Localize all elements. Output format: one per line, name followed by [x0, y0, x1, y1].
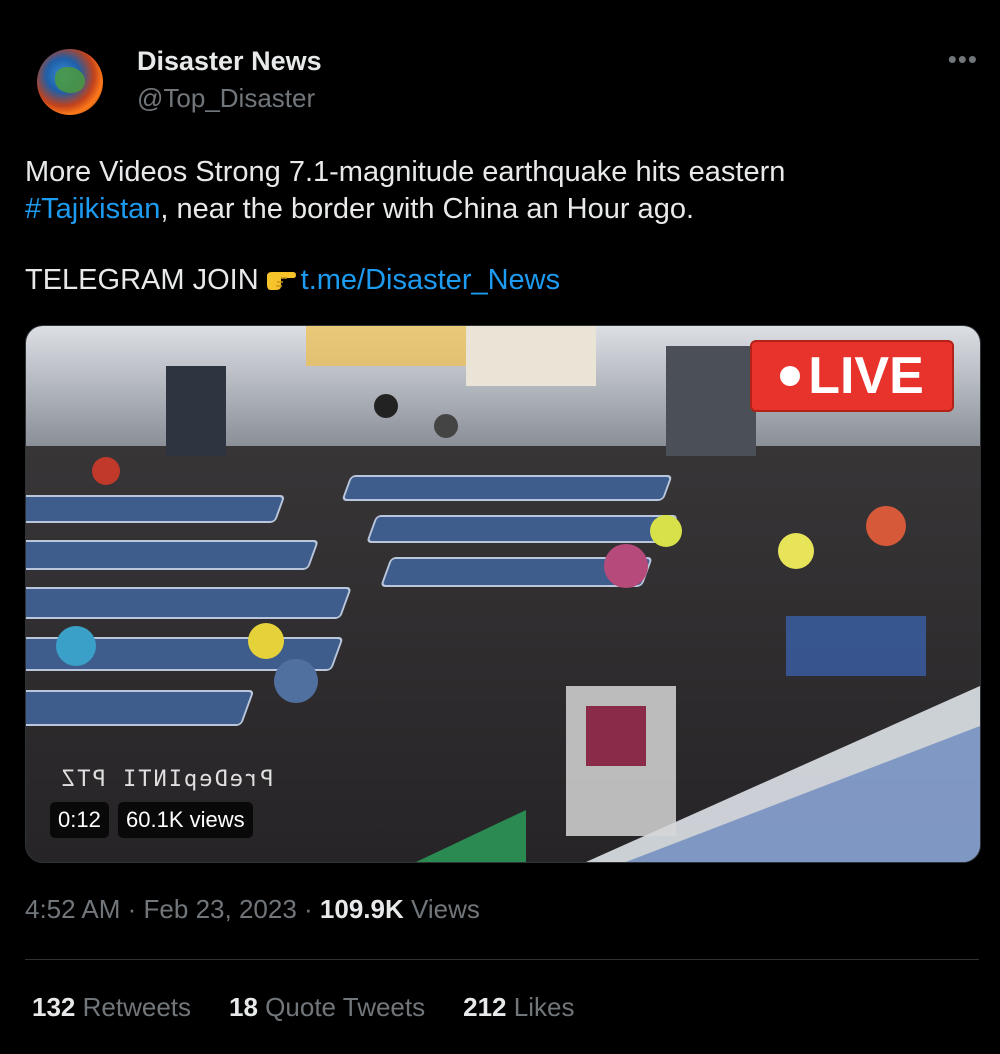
views-label: Views: [411, 894, 480, 924]
telegram-link[interactable]: t.me/Disaster_News: [301, 264, 560, 296]
author-name[interactable]: Disaster News: [137, 46, 322, 77]
retweets-stat[interactable]: 132 Retweets: [32, 992, 191, 1023]
tweet-text: More Videos Strong 7.1-magnitude earthqu…: [25, 154, 975, 299]
meta-separator: ·: [304, 894, 313, 924]
camera-overlay: PreDepINTI PTZ: [60, 767, 274, 792]
live-badge-label: LIVE: [808, 347, 924, 405]
retweets-label: Retweets: [82, 992, 192, 1022]
quote-tweets-stat[interactable]: 18 Quote Tweets: [229, 992, 425, 1023]
tweet-date[interactable]: Feb 23, 2023: [144, 894, 297, 924]
meta-separator: ·: [127, 894, 137, 924]
video-duration: 0:12: [50, 802, 109, 838]
author-handle[interactable]: @Top_Disaster: [137, 83, 315, 114]
quotes-count: 18: [229, 992, 258, 1022]
tweet-line-2-text: , near the border with China an Hour ago…: [160, 193, 695, 225]
likes-stat[interactable]: 212 Likes: [463, 992, 574, 1023]
tweet-line-4: TELEGRAM JOIN t.me/Disaster_News: [25, 262, 975, 299]
tweet-line-2: #Tajikistan, near the border with China …: [25, 191, 975, 228]
video-player[interactable]: LIVE PreDepINTI PTZ 0:12 60.1K views: [25, 325, 981, 863]
globe-icon: [55, 67, 85, 93]
hashtag-link[interactable]: #Tajikistan: [25, 193, 160, 225]
video-views: 60.1K views: [118, 802, 253, 838]
tweet-time[interactable]: 4:52 AM: [25, 894, 120, 924]
live-badge: LIVE: [752, 342, 952, 410]
more-horizontal-icon[interactable]: •••: [948, 44, 978, 75]
likes-count: 212: [463, 992, 507, 1022]
tweet-meta: 4:52 AM · Feb 23, 2023 · 109.9K Views: [25, 894, 480, 925]
likes-label: Likes: [513, 992, 575, 1022]
quotes-label: Quote Tweets: [265, 992, 426, 1022]
pointing-hand-icon: [266, 272, 296, 290]
retweets-count: 132: [32, 992, 76, 1022]
engagement-stats: 132 Retweets 18 Quote Tweets 212 Likes: [32, 992, 574, 1023]
telegram-label: TELEGRAM JOIN: [25, 264, 259, 296]
live-dot-icon: [780, 366, 801, 386]
avatar[interactable]: [37, 49, 103, 115]
divider: [25, 959, 979, 960]
views-count: 109.9K: [319, 894, 404, 924]
tweet-line-1: More Videos Strong 7.1-magnitude earthqu…: [25, 156, 786, 188]
